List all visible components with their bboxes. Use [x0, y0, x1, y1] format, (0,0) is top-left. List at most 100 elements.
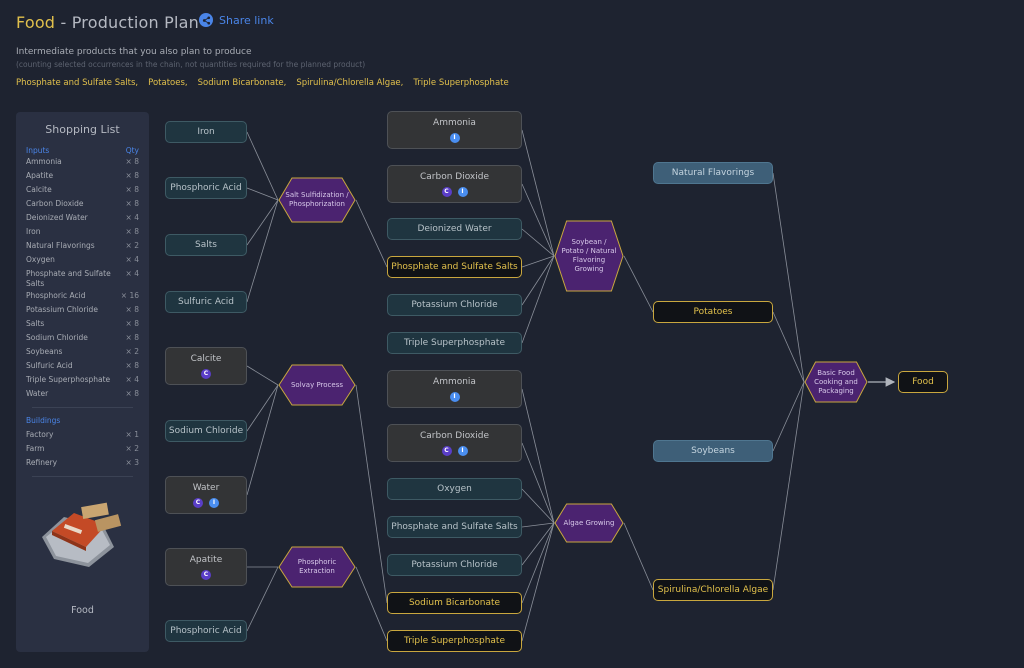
node-natural-flavorings[interactable]: Natural Flavorings [653, 162, 773, 184]
node-water[interactable]: Water C I [165, 476, 247, 514]
node-phosphate-and-sulfate-salts[interactable]: Phosphate and Sulfate Salts [387, 256, 522, 278]
node-triple-superphosphate[interactable]: Triple Superphosphate [387, 630, 522, 652]
edge-n_alg-p_food [772, 381, 805, 591]
inputs-name: Soybeans [26, 347, 63, 356]
shopping-list-panel: Shopping List Inputs Qty Ammonia × 8 Apati… [16, 112, 149, 652]
node-potatoes[interactable]: Potatoes [653, 301, 773, 323]
inputs-name: Calcite [26, 185, 52, 194]
node-spirulina-chlorella-algae[interactable]: Spirulina/Chlorella Algae [653, 579, 773, 601]
process-basic-food-cooking-and-packaging[interactable]: Basic Food Cooking and Packaging [804, 361, 868, 403]
edge-n_tsp1-p_soy [521, 255, 555, 344]
node-badges: CI [441, 445, 468, 456]
node-potassium-chloride[interactable]: Potassium Chloride [387, 554, 522, 576]
node-potassium-chloride[interactable]: Potassium Chloride [387, 294, 522, 316]
inputs-name: Iron [26, 227, 41, 236]
node-apatite[interactable]: Apatite C [165, 548, 247, 586]
buildings-name: Factory [26, 430, 54, 439]
node-label: Calcite [190, 353, 222, 364]
buildings-header: Buildings [26, 416, 61, 425]
process-label: Basic Food Cooking and Packaging [814, 368, 858, 395]
edge-p_phosx-n_tsp2 [355, 566, 388, 642]
node-carbon-dioxide[interactable]: Carbon Dioxide C I [387, 165, 522, 203]
node-ammonia[interactable]: Ammonia I [387, 370, 522, 408]
craftable-badge-icon[interactable]: C [201, 569, 211, 580]
node-triple-superphosphate[interactable]: Triple Superphosphate [387, 332, 522, 354]
node-deionized-water[interactable]: Deionized Water [387, 218, 522, 240]
node-label: Water [192, 482, 220, 493]
inputs-row: Triple Superphosphate × 4 [16, 373, 149, 387]
buildings-row: Farm × 2 [16, 442, 149, 456]
node-food[interactable]: Food [898, 371, 948, 393]
node-phosphoric-acid[interactable]: Phosphoric Acid [165, 177, 247, 199]
node-phosphate-and-sulfate-salts[interactable]: Phosphate and Sulfate Salts [387, 516, 522, 538]
info-badge-icon[interactable]: I [457, 445, 468, 456]
edge-n_amm1-p_soy [521, 129, 555, 257]
node-oxygen[interactable]: Oxygen [387, 478, 522, 500]
inputs-qty: × 4 [125, 269, 139, 278]
inputs-name: Apatite [26, 171, 54, 180]
inputs-qty: × 4 [125, 213, 139, 222]
edge-p_algae-n_alg [623, 522, 654, 591]
inputs-qty: × 4 [125, 375, 139, 384]
process-algae-growing[interactable]: Algae Growing [554, 503, 624, 543]
process-soybean-potato-natural-flavoring-growing[interactable]: Soybean / Potato / Natural Flavoring Gro… [554, 220, 624, 292]
node-ammonia[interactable]: Ammonia I [387, 111, 522, 149]
inputs-name: Deionized Water [26, 213, 88, 222]
info-badge-icon[interactable]: I [449, 391, 460, 402]
product-image [34, 487, 134, 587]
process-salt-sulfidization-phosphorization[interactable]: Salt Sulfidization / Phosphorization [278, 177, 356, 223]
inputs-name: Sulfuric Acid [26, 361, 73, 370]
inputs-qty: × 16 [120, 291, 139, 300]
node-sulfuric-acid[interactable]: Sulfuric Acid [165, 291, 247, 313]
page-header: Food - Production Plan [16, 10, 199, 34]
inputs-row: Carbon Dioxide × 8 [16, 197, 149, 211]
node-label: Sodium Chloride [168, 426, 244, 436]
inputs-name: Water [26, 389, 49, 398]
edge-n_pss2-p_algae [521, 522, 555, 528]
node-label: Triple Superphosphate [404, 338, 505, 348]
info-badge-icon[interactable]: I [449, 132, 460, 143]
node-label: Natural Flavorings [671, 168, 755, 178]
info-badge-icon[interactable]: I [457, 186, 468, 197]
node-phosphoric-acid[interactable]: Phosphoric Acid [165, 620, 247, 642]
inputs-row: Calcite × 8 [16, 183, 149, 197]
share-link-button[interactable]: Share link [199, 13, 274, 27]
share-link-label: Share link [219, 13, 274, 27]
process-label: Salt Sulfidization / Phosphorization [285, 191, 349, 208]
product-name: Food [16, 12, 56, 32]
info-badge-icon[interactable]: I [209, 497, 219, 508]
intermediates-subtitle: Intermediate products that you also plan… [16, 47, 252, 57]
node-sodium-bicarbonate[interactable]: Sodium Bicarbonate [387, 592, 522, 614]
inputs-row: Ammonia × 8 [16, 155, 149, 169]
edge-n_sbc-p_algae [521, 522, 555, 604]
inputs-row: Water × 8 [16, 387, 149, 401]
inputs-row: Phosphate and Sulfate Salts × 4 [16, 267, 149, 289]
inputs-qty: × 8 [125, 305, 139, 314]
process-phosphoric-extraction[interactable]: Phosphoric Extraction [278, 546, 356, 588]
process-solvay-process[interactable]: Solvay Process [278, 364, 356, 406]
buildings-row: Factory × 1 [16, 428, 149, 442]
craftable-badge-icon[interactable]: C [441, 186, 452, 197]
buildings-qty: × 1 [125, 430, 139, 439]
node-label: Ammonia [433, 117, 476, 128]
node-carbon-dioxide[interactable]: Carbon Dioxide C I [387, 424, 522, 462]
node-label: Iron [197, 127, 215, 137]
craftable-badge-icon[interactable]: C [441, 445, 452, 456]
node-badges: C [201, 368, 211, 379]
inputs-name: Oxygen [26, 255, 55, 264]
edge-n_diw-p_soy [521, 228, 555, 257]
node-salts[interactable]: Salts [165, 234, 247, 256]
craftable-badge-icon[interactable]: C [193, 497, 203, 508]
edge-p_salt-n_pss1 [355, 199, 388, 268]
node-soybeans[interactable]: Soybeans [653, 440, 773, 462]
inputs-header: Inputs [26, 146, 50, 155]
edge-n_co2a-p_soy [521, 183, 555, 257]
inputs-name: Carbon Dioxide [26, 199, 84, 208]
intermediate-product: Triple Superphosphate [413, 78, 509, 88]
node-label: Oxygen [437, 484, 472, 494]
node-calcite[interactable]: Calcite C [165, 347, 247, 385]
node-sodium-chloride[interactable]: Sodium Chloride [165, 420, 247, 442]
craftable-badge-icon[interactable]: C [201, 368, 211, 379]
node-iron[interactable]: Iron [165, 121, 247, 143]
node-label: Salts [195, 240, 217, 250]
